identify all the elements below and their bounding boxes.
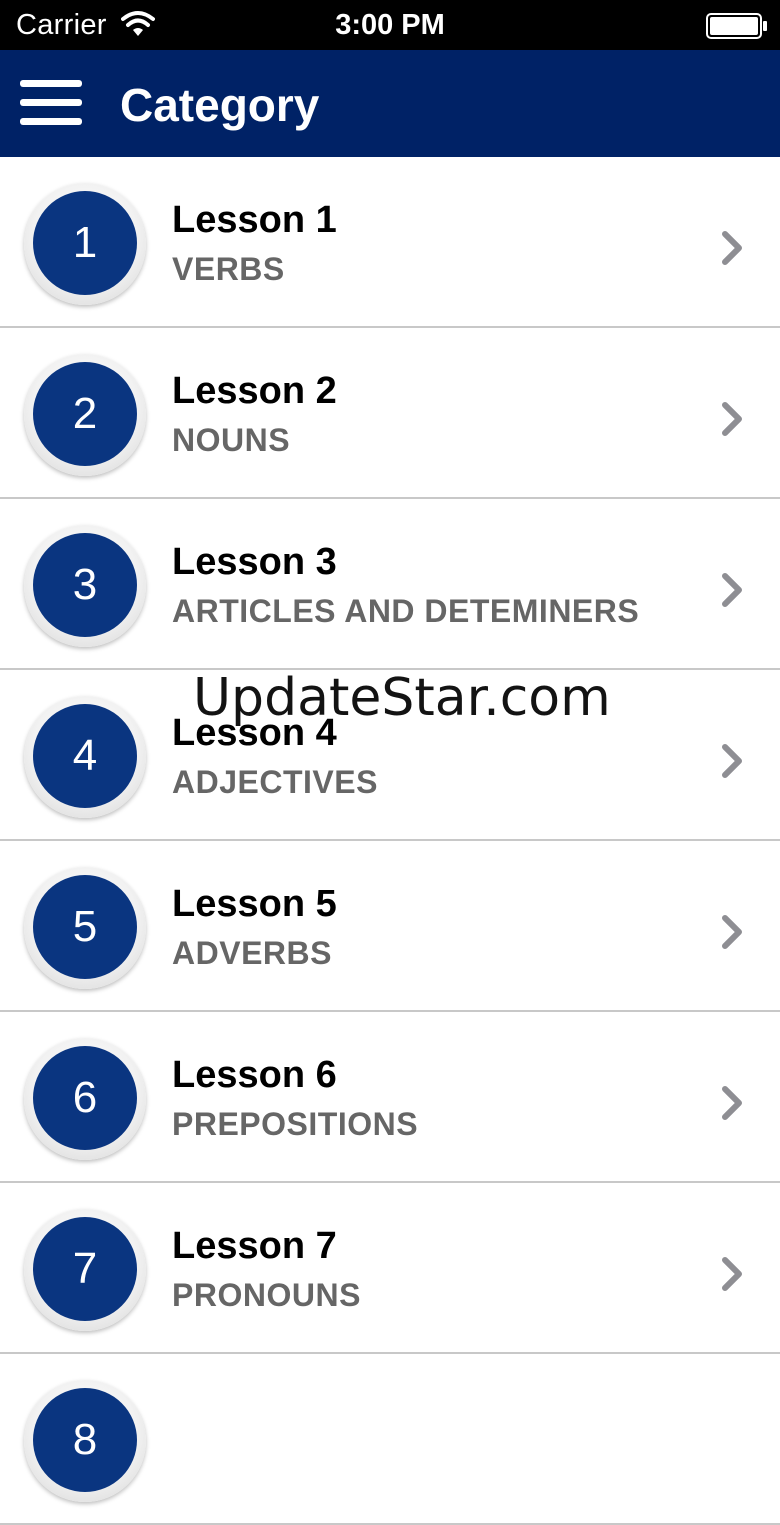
chevron-right-icon [722, 573, 742, 607]
lesson-row-8[interactable]: 8 [0, 1354, 780, 1525]
lesson-number: 4 [33, 704, 137, 808]
lesson-number-badge: 6 [24, 1038, 146, 1160]
lesson-number: 6 [33, 1046, 137, 1150]
lesson-number: 5 [33, 875, 137, 979]
lesson-title: Lesson 1 [172, 199, 337, 241]
lesson-topic: NOUNS [172, 422, 291, 458]
status-time: 3:00 PM [335, 9, 445, 41]
lesson-number: 3 [33, 533, 137, 637]
lesson-number-badge: 4 [24, 696, 146, 818]
status-bar: Carrier 3:00 PM [0, 0, 780, 50]
lesson-row-7[interactable]: 7 Lesson 7 PRONOUNS [0, 1183, 780, 1354]
navigation-bar: Category [0, 50, 780, 157]
lesson-topic: ARTICLES AND DETEMINERS [172, 593, 640, 629]
page-title: Category [120, 79, 320, 131]
lesson-title: Lesson 2 [172, 370, 337, 412]
lesson-topic: ADJECTIVES [172, 764, 378, 800]
chevron-right-icon [722, 1086, 742, 1120]
lesson-number: 1 [33, 191, 137, 295]
lesson-title: Lesson 5 [172, 883, 337, 925]
lesson-title: Lesson 3 [172, 541, 337, 583]
lesson-topic: ADVERBS [172, 935, 332, 971]
lesson-topic: PREPOSITIONS [172, 1106, 419, 1142]
lesson-number-badge: 5 [24, 867, 146, 989]
lesson-row-5[interactable]: 5 Lesson 5 ADVERBS [0, 841, 780, 1012]
lesson-number: 7 [33, 1217, 137, 1321]
chevron-right-icon [722, 231, 742, 265]
chevron-right-icon [722, 744, 742, 778]
watermark-text: UpdateStar.com [193, 668, 611, 728]
chevron-right-icon [722, 1257, 742, 1291]
lesson-number-badge: 8 [24, 1380, 146, 1502]
lesson-title: Lesson 7 [172, 1225, 337, 1267]
lesson-row-6[interactable]: 6 Lesson 6 PREPOSITIONS [0, 1012, 780, 1183]
battery-full-icon [706, 13, 767, 39]
lesson-number-badge: 7 [24, 1209, 146, 1331]
lesson-number: 8 [33, 1388, 137, 1492]
lesson-row-1[interactable]: 1 Lesson 1 VERBS [0, 157, 780, 328]
lesson-topic: VERBS [172, 251, 285, 287]
lesson-number-badge: 3 [24, 525, 146, 647]
chevron-right-icon [722, 915, 742, 949]
lesson-row-2[interactable]: 2 Lesson 2 NOUNS [0, 328, 780, 499]
lesson-topic: PRONOUNS [172, 1277, 361, 1313]
lesson-row-3[interactable]: 3 Lesson 3 ARTICLES AND DETEMINERS [0, 499, 780, 670]
lesson-list: 1 Lesson 1 VERBS 2 Lesson 2 NOUNS 3 Less… [0, 157, 780, 1525]
lesson-title: Lesson 6 [172, 1054, 337, 1096]
lesson-number-badge: 2 [24, 354, 146, 476]
lesson-number: 2 [33, 362, 137, 466]
hamburger-menu-icon[interactable] [20, 80, 82, 126]
chevron-right-icon [722, 402, 742, 436]
lesson-number-badge: 1 [24, 183, 146, 305]
